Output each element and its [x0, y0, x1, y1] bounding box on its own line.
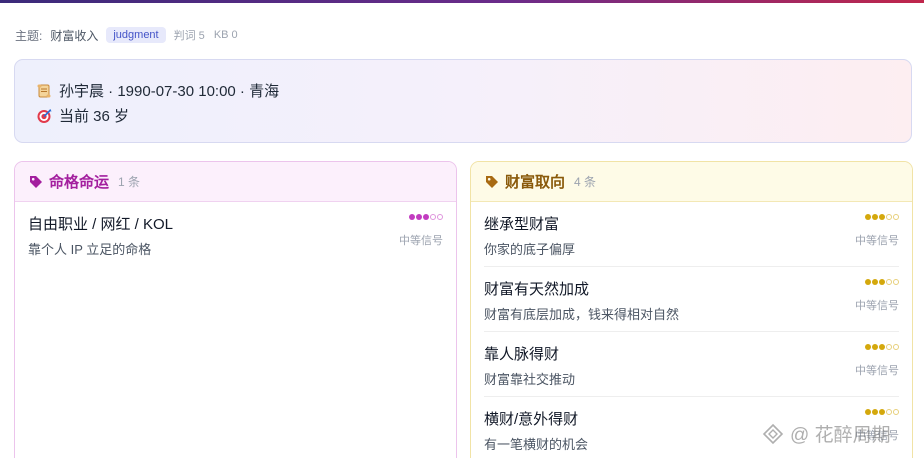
- signal-dot-empty: [893, 279, 899, 285]
- profile-age-text: 当前 36 岁: [59, 108, 130, 125]
- signal-dot-filled: [872, 344, 878, 350]
- item-description: 财富有底层加成，钱来得相对自然: [484, 307, 680, 322]
- card-destiny-header: 命格命运 1 条: [15, 162, 456, 202]
- tag-icon: [485, 175, 499, 189]
- signal-dot-filled: [879, 279, 885, 285]
- card-wealth-header: 财富取向 4 条: [471, 162, 912, 202]
- card-destiny-count: 1 条: [118, 175, 141, 189]
- signal-dot-filled: [872, 279, 878, 285]
- list-item: 继承型财富 你家的底子偏厚 中等信号: [484, 202, 899, 267]
- item-title: 横财/意外得财: [484, 411, 579, 428]
- signal-level-dots: [865, 279, 899, 285]
- signal-dot-filled: [416, 214, 422, 220]
- signal-level-dots: [865, 344, 899, 350]
- signal-dot-empty: [886, 214, 892, 220]
- card-wealth-count: 4 条: [574, 175, 597, 189]
- signal-dot-empty: [893, 214, 899, 220]
- tag-icon: [29, 175, 43, 189]
- signal-strength: 中等信号: [855, 235, 899, 247]
- signal-dot-filled: [879, 214, 885, 220]
- profile-birth-text: 孙宇晨 · 1990-07-30 10:00 · 青海: [59, 83, 280, 100]
- mode-tag: judgment: [106, 27, 166, 43]
- profile-line-birth: 孙宇晨 · 1990-07-30 10:00 · 青海: [35, 80, 279, 101]
- signal-dot-filled: [872, 409, 878, 415]
- card-destiny-title: 命格命运: [49, 174, 110, 191]
- signal-dot-empty: [893, 344, 899, 350]
- card-wealth: 财富取向 4 条 继承型财富 你家的底子偏厚 中等信号 财富有天然加成 财富有底…: [470, 161, 913, 458]
- list-item: 财富有天然加成 财富有底层加成，钱来得相对自然 中等信号: [484, 267, 899, 332]
- signal-dot-empty: [430, 214, 436, 220]
- theme-value: 财富收入: [50, 28, 99, 43]
- signal-dot-filled: [865, 344, 871, 350]
- item-description: 靠个人 IP 立足的命格: [28, 242, 152, 257]
- item-description: 财富靠社交推动: [484, 372, 576, 387]
- signal-dot-filled: [409, 214, 415, 220]
- watermark: @ 花醉周期: [762, 420, 891, 447]
- signal-strength: 中等信号: [399, 235, 443, 247]
- signal-dot-filled: [865, 409, 871, 415]
- signal-level-dots: [409, 214, 443, 220]
- list-item: 自由职业 / 网红 / KOL 靠个人 IP 立足的命格 中等信号: [28, 202, 443, 267]
- signal-strength: 中等信号: [855, 300, 899, 312]
- signal-dot-filled: [423, 214, 429, 220]
- signal-level-dots: [865, 214, 899, 220]
- signal-dot-empty: [437, 214, 443, 220]
- meta-bar: 主题: 财富收入 judgment 判词 5 KB 0: [15, 26, 247, 44]
- signal-dot-filled: [879, 409, 885, 415]
- card-destiny-list: 自由职业 / 网红 / KOL 靠个人 IP 立足的命格 中等信号: [15, 202, 456, 267]
- item-description: 有一笔横财的机会: [484, 437, 589, 452]
- item-title: 继承型财富: [484, 216, 560, 233]
- signal-dot-filled: [865, 214, 871, 220]
- signal-dot-empty: [893, 409, 899, 415]
- kb-count: KB 0: [213, 29, 238, 41]
- card-destiny: 命格命运 1 条 自由职业 / 网红 / KOL 靠个人 IP 立足的命格 中等…: [14, 161, 457, 458]
- card-wealth-title: 财富取向: [505, 174, 566, 191]
- item-title: 靠人脉得财: [484, 346, 560, 363]
- signal-dot-filled: [879, 344, 885, 350]
- item-title: 财富有天然加成: [484, 281, 590, 298]
- signal-dot-empty: [886, 279, 892, 285]
- watermark-logo-icon: [762, 423, 784, 445]
- signal-level-dots: [865, 409, 899, 415]
- profile-card: 孙宇晨 · 1990-07-30 10:00 · 青海 当前 36 岁: [14, 59, 912, 143]
- profile-line-age: 当前 36 岁: [35, 105, 129, 126]
- list-item: 靠人脉得财 财富靠社交推动 中等信号: [484, 332, 899, 397]
- theme-label: 主题:: [15, 28, 43, 43]
- signal-strength: 中等信号: [855, 365, 899, 377]
- target-icon: [35, 107, 52, 124]
- signal-dot-empty: [886, 344, 892, 350]
- top-accent-bar: [0, 0, 924, 3]
- judgment-count: 判词 5: [173, 30, 205, 42]
- item-description: 你家的底子偏厚: [484, 242, 576, 257]
- item-title: 自由职业 / 网红 / KOL: [28, 216, 174, 233]
- signal-dot-empty: [886, 409, 892, 415]
- signal-dot-filled: [872, 214, 878, 220]
- watermark-text: @ 花醉周期: [790, 425, 891, 446]
- signal-dot-filled: [865, 279, 871, 285]
- scroll-icon: [35, 82, 52, 99]
